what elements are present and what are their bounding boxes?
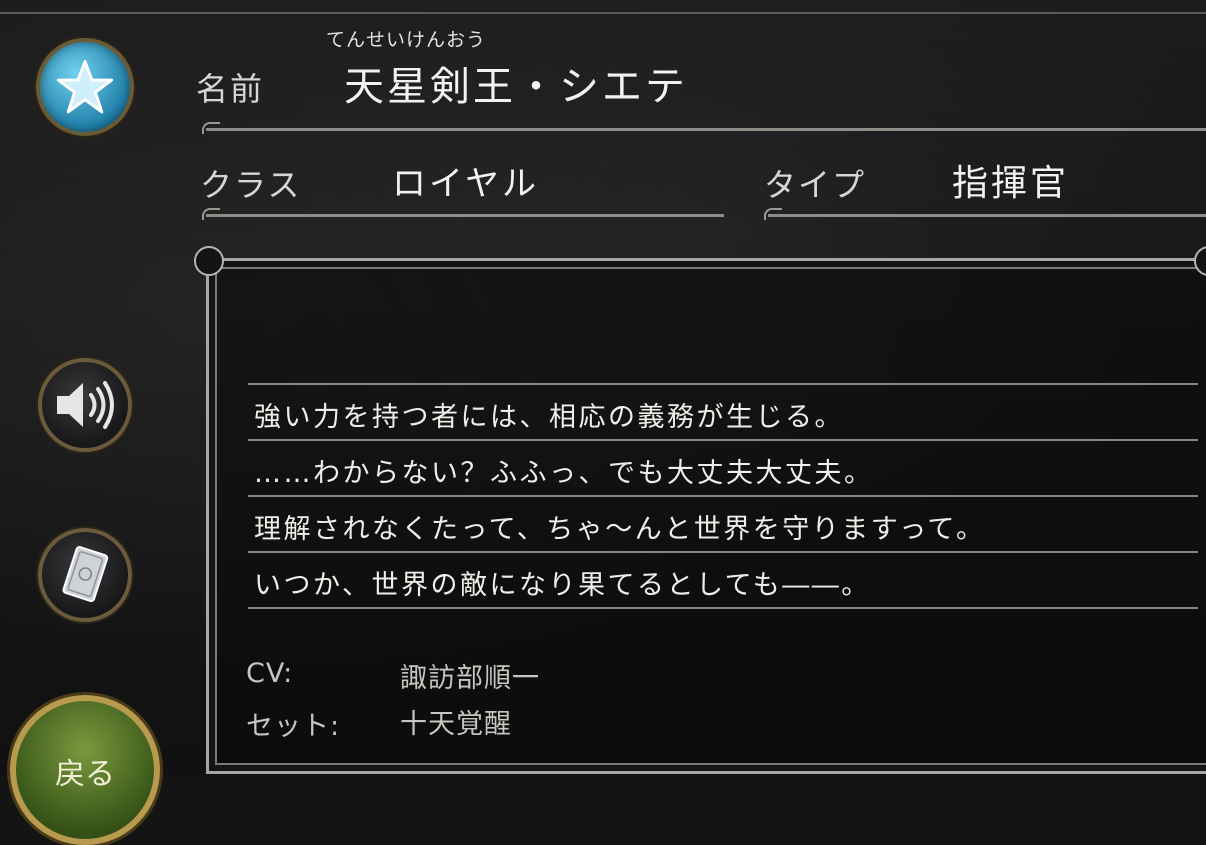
quote-line-3: 理解されなくたって、ちゃ〜んと世界を守りますって。 bbox=[254, 514, 986, 545]
quote-rule bbox=[248, 551, 1198, 553]
divider-flourish bbox=[764, 208, 782, 220]
speaker-icon bbox=[57, 381, 114, 429]
quote-line-1: 強い力を持つ者には、相応の義務が生じる。 bbox=[254, 402, 844, 433]
quote-rule bbox=[248, 607, 1198, 609]
quote-line-4: いつか、世界の敵になり果てるとしても――。 bbox=[254, 570, 871, 601]
name-divider bbox=[206, 128, 1206, 131]
back-button-label: 戻る bbox=[55, 757, 115, 792]
quote-rule bbox=[248, 383, 1198, 385]
voice-play-button[interactable] bbox=[38, 358, 132, 452]
divider-flourish bbox=[202, 122, 220, 134]
class-label: クラス bbox=[200, 166, 302, 204]
class-divider bbox=[206, 214, 724, 217]
type-divider bbox=[768, 214, 1206, 217]
cv-label: CV: bbox=[246, 658, 294, 689]
character-name: 天星剣王・シエテ bbox=[344, 64, 688, 110]
top-divider bbox=[0, 12, 1206, 14]
set-value: 十天覚醒 bbox=[400, 709, 512, 740]
card-icon bbox=[62, 546, 109, 603]
cv-value: 諏訪部順一 bbox=[400, 663, 540, 694]
quote-rule bbox=[248, 439, 1198, 441]
divider-flourish bbox=[202, 208, 220, 220]
back-button[interactable]: 戻る bbox=[10, 695, 160, 845]
star-icon bbox=[56, 60, 114, 114]
name-label: 名前 bbox=[196, 70, 265, 108]
quote-line-2: ……わからない？ふふっ、でも大丈夫大丈夫。 bbox=[254, 458, 874, 489]
frame-corner-ornament bbox=[194, 246, 224, 276]
card-view-button[interactable] bbox=[38, 528, 132, 622]
type-value: 指揮官 bbox=[952, 163, 1070, 204]
quote-rule bbox=[248, 495, 1198, 497]
profile-star-button[interactable] bbox=[36, 38, 134, 136]
set-label: セット: bbox=[246, 711, 341, 742]
name-ruby: てんせいけんおう bbox=[326, 29, 487, 51]
class-value: ロイヤル bbox=[392, 164, 539, 204]
type-label: タイプ bbox=[764, 166, 867, 204]
